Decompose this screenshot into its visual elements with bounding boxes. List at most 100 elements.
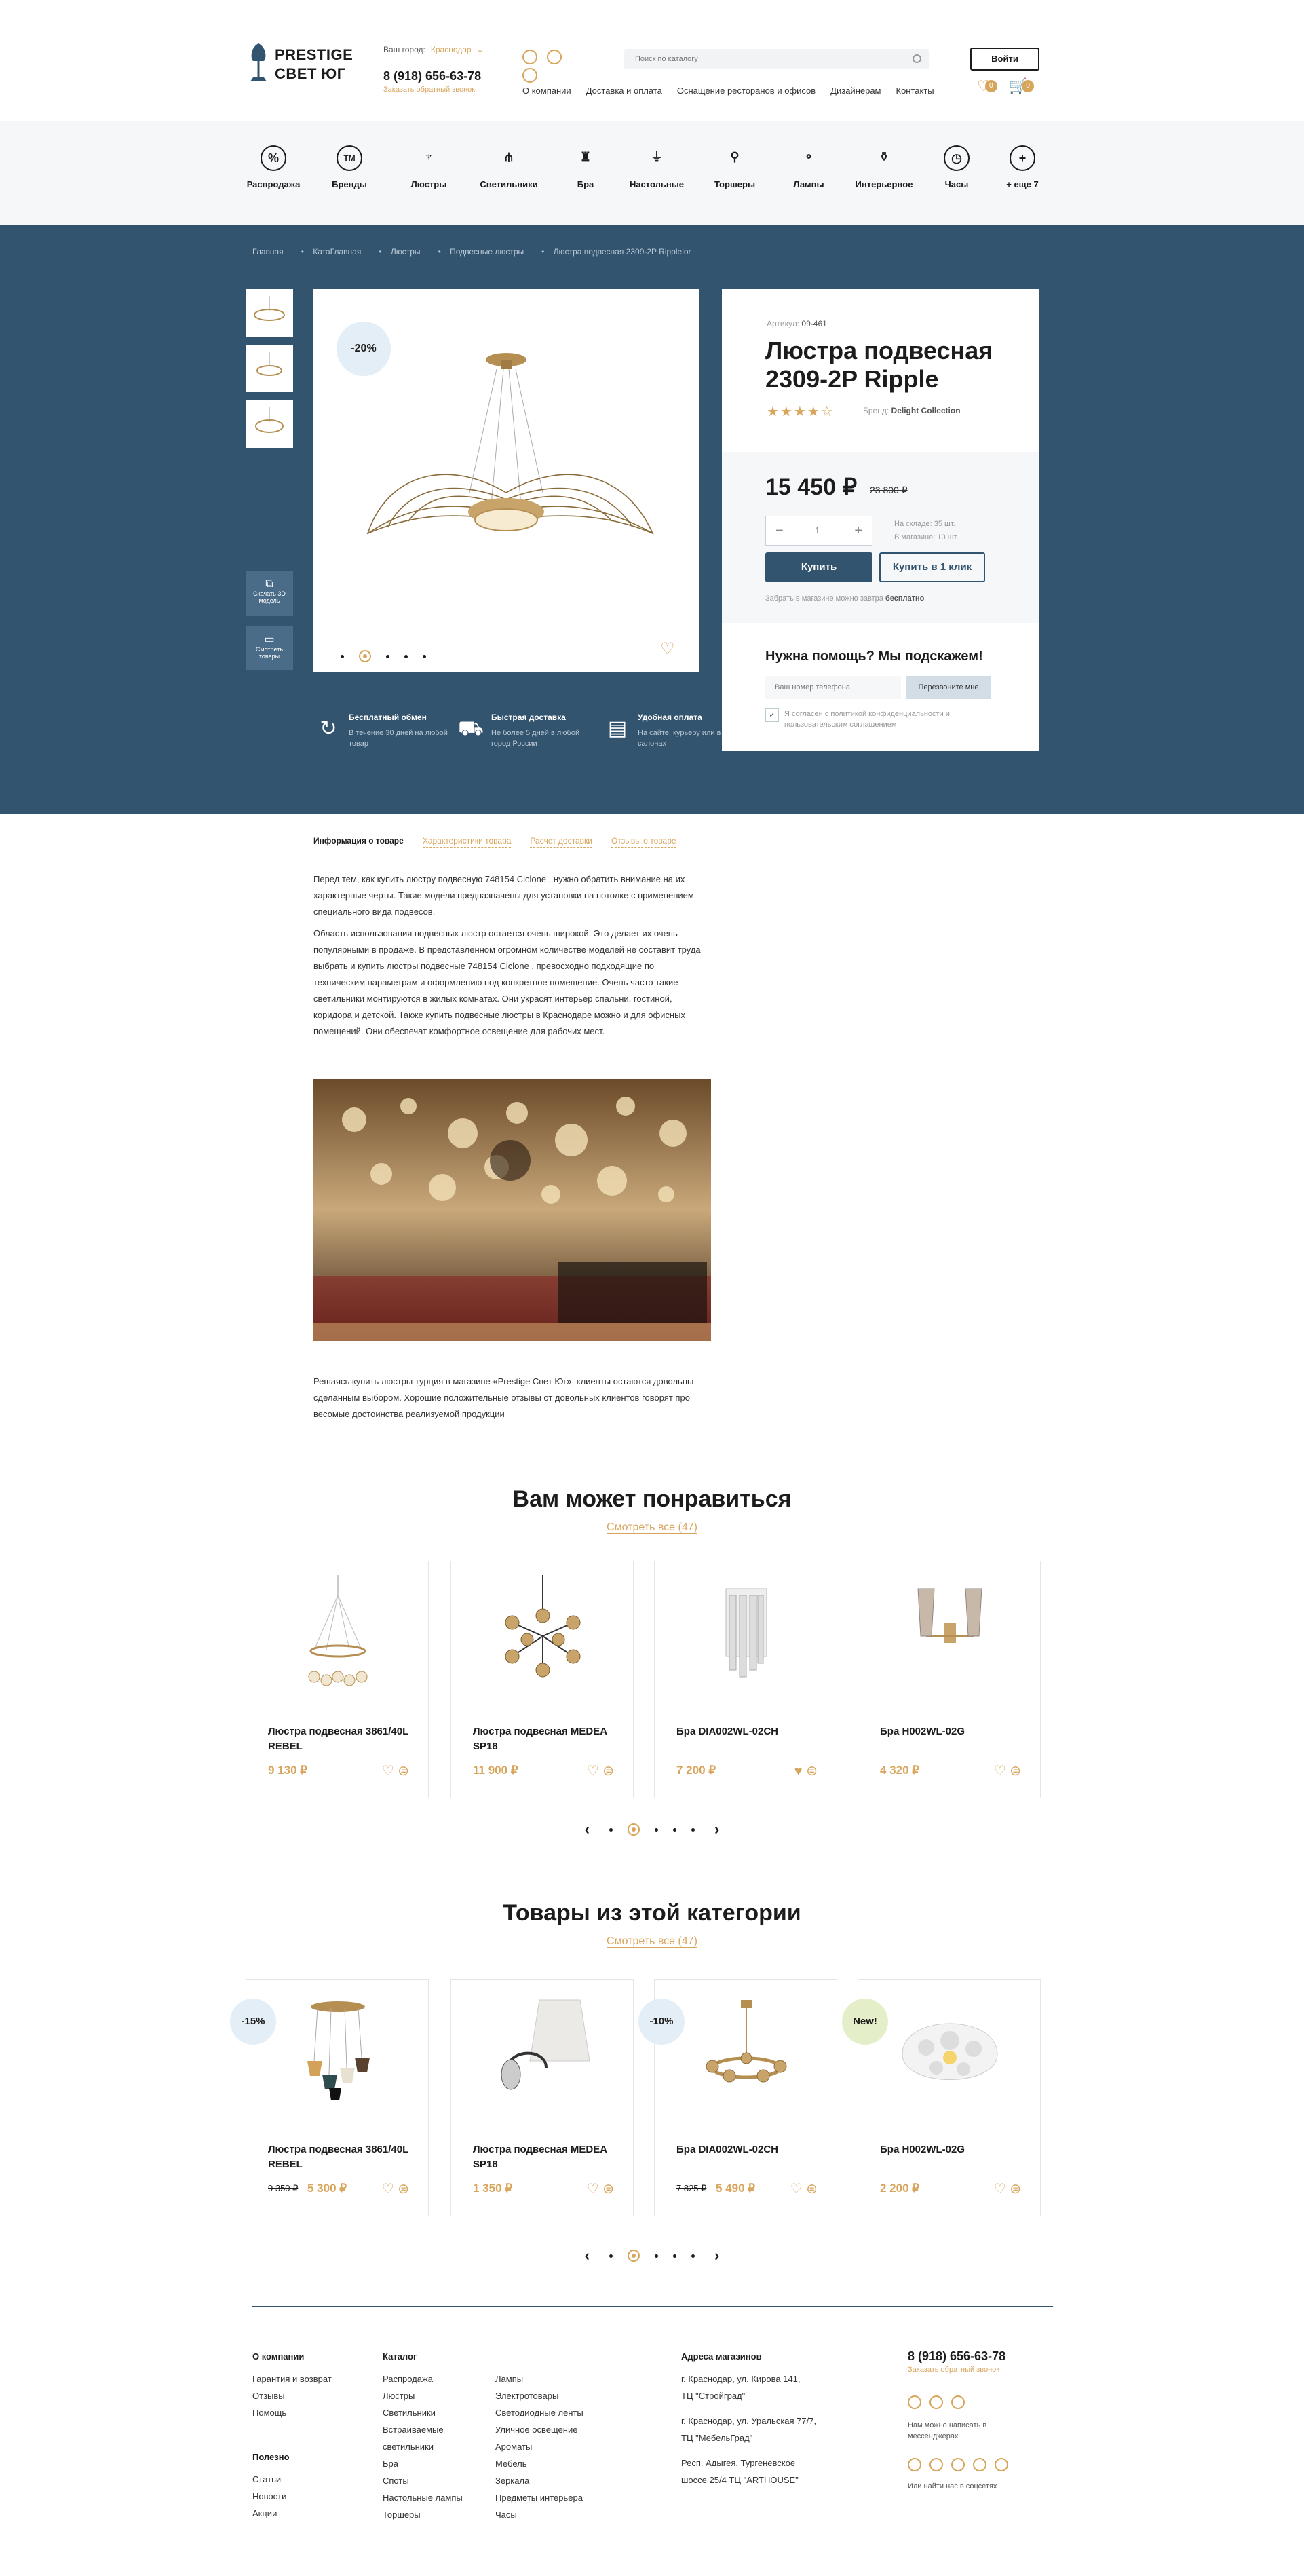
breadcrumb-item[interactable]: Люстры: [391, 247, 421, 257]
gallery-thumb[interactable]: [246, 400, 293, 448]
logo[interactable]: PRESTIGE СВЕТ ЮГ: [246, 41, 355, 88]
callme-button[interactable]: Перезвоните мне: [906, 676, 991, 699]
dot-active[interactable]: [628, 2250, 640, 2262]
nav-designers[interactable]: Дизайнерам: [830, 86, 881, 96]
footer-link[interactable]: Бра: [383, 2455, 463, 2472]
product-card-small[interactable]: Бра H002WL-02G 4 320 ₽ ♡ ⊜: [858, 1561, 1041, 1798]
vk-icon[interactable]: [951, 2458, 965, 2471]
product-name[interactable]: Люстра подвесная 3861/40L REBEL: [268, 1724, 417, 1754]
footer-link[interactable]: Гарантия и возврат: [252, 2370, 332, 2387]
footer-link[interactable]: Распродажа: [383, 2370, 463, 2387]
footer-link[interactable]: Торшеры: [383, 2506, 463, 2523]
product-card-small[interactable]: Люстра подвесная 3861/40L REBEL 9 130 ₽ …: [246, 1561, 429, 1798]
heart-icon[interactable]: ♡: [994, 1764, 1006, 1779]
gallery-thumb[interactable]: [246, 345, 293, 392]
footer-link[interactable]: Новости: [252, 2488, 332, 2505]
dot[interactable]: [691, 1827, 695, 1832]
download-3d-button[interactable]: ⧉ Скачать 3D модель: [246, 571, 293, 616]
dot[interactable]: [655, 2254, 658, 2258]
odnoklassniki-icon[interactable]: [995, 2458, 1008, 2471]
compare-icon[interactable]: ⊜: [398, 1764, 409, 1779]
breadcrumb-item[interactable]: Главная: [252, 247, 284, 257]
footer-phone[interactable]: 8 (918) 656-63-78: [908, 2349, 1005, 2364]
plus-icon[interactable]: +: [854, 523, 862, 539]
whatsapp-icon[interactable]: [908, 2395, 921, 2409]
category-bulbs[interactable]: ⚬ Лампы: [771, 145, 846, 189]
heart-icon[interactable]: ♡: [790, 2182, 803, 2197]
dot-active[interactable]: [359, 650, 371, 662]
compare-icon[interactable]: ⊜: [1010, 1764, 1021, 1779]
category-floor-lamps[interactable]: ⚲ Торшеры: [697, 145, 772, 189]
footer-link[interactable]: светильники: [383, 2438, 463, 2455]
dot[interactable]: [423, 654, 426, 658]
footer-link[interactable]: Люстры: [383, 2387, 463, 2404]
heart-icon[interactable]: ♡: [587, 1764, 599, 1779]
footer-link[interactable]: Уличное освещение: [495, 2421, 583, 2438]
category-sale[interactable]: % Распродажа: [236, 145, 311, 189]
telegram-icon[interactable]: [929, 2395, 943, 2409]
tab-delivery[interactable]: Расчет доставки: [530, 836, 592, 848]
product-card-small[interactable]: -15% Люстра подвесная 3861/40L REBEL 9 3…: [230, 1979, 429, 2216]
category-lamps[interactable]: ⫛ Светильники: [472, 145, 546, 189]
category-brands[interactable]: TM Бренды: [312, 145, 387, 189]
category-see-all[interactable]: Смотреть все (47): [0, 1935, 1304, 1948]
product-name[interactable]: Люстра подвесная MEDEA SP18: [473, 2142, 622, 2172]
compare-icon[interactable]: ⊜: [602, 2182, 614, 2197]
facebook-icon[interactable]: [929, 2458, 943, 2471]
next-arrow-icon[interactable]: ›: [714, 1821, 719, 1838]
footer-link[interactable]: Электротовары: [495, 2387, 583, 2404]
instagram-icon[interactable]: [908, 2458, 921, 2471]
youtube-icon[interactable]: [973, 2458, 986, 2471]
buy-button[interactable]: Купить: [765, 552, 872, 582]
product-name[interactable]: Бра H002WL-02G: [880, 2142, 1029, 2157]
dot[interactable]: [655, 1827, 658, 1832]
rating-stars[interactable]: ★★★★☆: [767, 403, 835, 420]
tab-reviews[interactable]: Отзывы о товаре: [611, 836, 676, 848]
header-phone[interactable]: 8 (918) 656-63-78: [383, 69, 481, 83]
heart-icon[interactable]: ♡: [382, 1764, 394, 1779]
view-products-button[interactable]: ▭ Смотреть товары: [246, 626, 293, 670]
see-all-label[interactable]: Смотреть все: [607, 1521, 676, 1534]
login-button[interactable]: Войти: [970, 48, 1039, 71]
quantity-stepper[interactable]: − 1 +: [765, 516, 872, 546]
telegram-icon[interactable]: [547, 50, 562, 64]
dot[interactable]: [609, 1827, 613, 1832]
compare-icon[interactable]: ⊜: [602, 1764, 614, 1779]
compare-icon[interactable]: ⊜: [1010, 2182, 1021, 2197]
favorite-heart-icon[interactable]: ♡: [660, 639, 675, 659]
heart-icon[interactable]: ♡: [994, 2182, 1006, 2197]
nav-delivery[interactable]: Доставка и оплата: [586, 86, 662, 96]
see-all-label[interactable]: Смотреть все: [607, 1935, 676, 1948]
footer-link[interactable]: Часы: [495, 2506, 583, 2523]
compare-icon[interactable]: ⊜: [806, 1764, 818, 1779]
gallery-thumb[interactable]: [246, 289, 293, 337]
footer-link[interactable]: Светильники: [383, 2404, 463, 2421]
category-table-lamps[interactable]: ⏚ Настольные: [619, 145, 694, 189]
footer-link[interactable]: Мебель: [495, 2455, 583, 2472]
minus-icon[interactable]: −: [775, 523, 784, 539]
whatsapp-icon[interactable]: [522, 50, 537, 64]
prev-arrow-icon[interactable]: ‹: [585, 2247, 590, 2265]
compare-icon[interactable]: ⊜: [806, 2182, 818, 2197]
compare-icon[interactable]: ⊜: [398, 2182, 409, 2197]
product-name[interactable]: Бра DIA002WL-02CH: [676, 2142, 826, 2157]
footer-link[interactable]: Светодиодные ленты: [495, 2404, 583, 2421]
footer-link[interactable]: Встраиваемые: [383, 2421, 463, 2438]
nav-contacts[interactable]: Контакты: [896, 86, 934, 96]
quantity-value[interactable]: 1: [815, 525, 820, 535]
footer-link[interactable]: Зеркала: [495, 2472, 583, 2489]
footer-link[interactable]: Акции: [252, 2505, 332, 2522]
product-card-small[interactable]: Бра DIA002WL-02CH 7 200 ₽ ♥ ⊜: [654, 1561, 837, 1798]
product-card-small[interactable]: -10% Бра DIA002WL-02CH 7 825 ₽ 5 490 ₽ ♡…: [638, 1979, 837, 2216]
footer-link[interactable]: Отзывы: [252, 2387, 332, 2404]
buy-one-click-button[interactable]: Купить в 1 клик: [879, 552, 985, 582]
next-arrow-icon[interactable]: ›: [714, 2247, 719, 2265]
dot[interactable]: [404, 654, 408, 658]
tab-info[interactable]: Информация о товаре: [313, 836, 404, 847]
heart-icon[interactable]: ♡: [382, 2182, 394, 2197]
dot[interactable]: [673, 2254, 676, 2258]
city-selector[interactable]: Ваш город: Краснодар ⌄: [383, 45, 484, 54]
dot[interactable]: [673, 1827, 676, 1832]
footer-link[interactable]: Лампы: [495, 2370, 583, 2387]
footer-link[interactable]: Статьи: [252, 2471, 332, 2488]
